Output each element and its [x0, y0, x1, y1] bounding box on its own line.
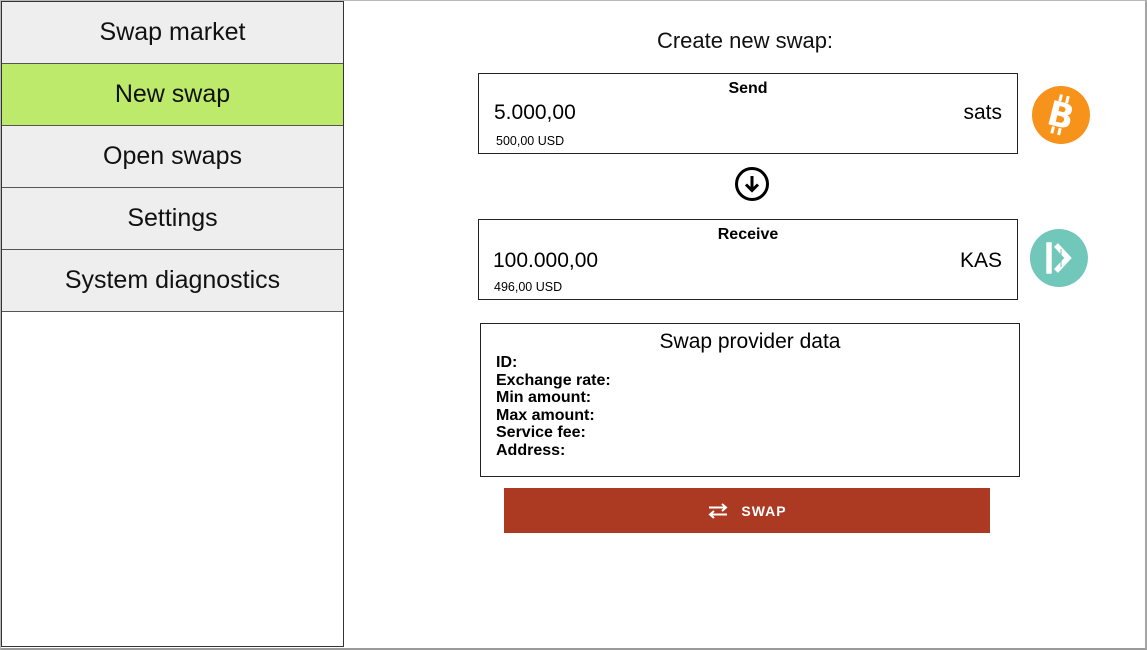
bitcoin-icon[interactable]: B [1032, 86, 1090, 144]
provider-address-label: Address: [496, 441, 566, 459]
arrow-down-circle-icon[interactable] [734, 166, 770, 202]
provider-min-amount-label: Min amount: [496, 389, 592, 407]
send-label: Send [728, 80, 768, 97]
send-amount[interactable]: 5.000,00 [494, 101, 576, 125]
provider-fields: ID: Exchange rate: Min amount: Max amoun… [496, 354, 611, 460]
sidebar-item-system-diagnostics[interactable]: System diagnostics [2, 250, 343, 312]
provider-exchange-rate-label: Exchange rate: [496, 371, 611, 389]
main-panel: Create new swap: Send 5.000,00 sats 500,… [345, 1, 1145, 647]
receive-amount[interactable]: 100.000,00 [493, 249, 598, 273]
swap-provider-panel: Swap provider data ID: Exchange rate: Mi… [480, 323, 1020, 477]
page-title: Create new swap: [656, 28, 834, 53]
sidebar-item-settings[interactable]: Settings [2, 188, 343, 250]
sidebar-item-new-swap[interactable]: New swap [2, 64, 343, 126]
receive-box[interactable]: Receive 100.000,00 KAS 496,00 USD [478, 219, 1018, 300]
receive-unit: KAS [959, 249, 1002, 272]
swap-arrows-icon [708, 502, 728, 519]
provider-title: Swap provider data [659, 330, 841, 353]
provider-max-amount-label: Max amount: [496, 406, 595, 424]
send-box[interactable]: Send 5.000,00 sats 500,00 USD [478, 73, 1018, 154]
receive-label: Receive [717, 226, 779, 243]
kaspa-icon[interactable] [1030, 229, 1088, 287]
send-unit: sats [963, 101, 1002, 124]
send-fiat-value: 500,00 USD [496, 134, 565, 148]
provider-service-fee-label: Service fee: [496, 424, 586, 442]
provider-id-label: ID: [496, 354, 518, 371]
sidebar: Swap market New swap Open swaps Settings… [1, 1, 344, 647]
swap-button-label: SWAP [741, 502, 787, 519]
swap-button[interactable]: SWAP [504, 488, 990, 533]
receive-fiat-value: 496,00 USD [494, 280, 563, 294]
sidebar-item-open-swaps[interactable]: Open swaps [2, 126, 343, 188]
sidebar-item-swap-market[interactable]: Swap market [2, 2, 343, 64]
